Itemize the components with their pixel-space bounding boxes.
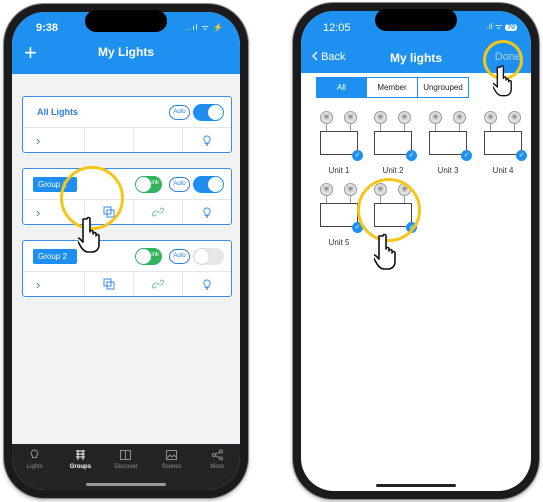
tab-label: Groups: [69, 464, 92, 470]
unit-tile[interactable]: ✓ Unit 1: [317, 111, 367, 175]
unit-label: Unit 3: [437, 166, 459, 175]
bulb-icon: [398, 111, 411, 124]
unit-label: Unit 5: [328, 238, 350, 247]
filter-segmented-control: All Member Ungrouped: [316, 77, 469, 98]
link-icon[interactable]: [134, 200, 183, 224]
bulb-icon[interactable]: [183, 272, 231, 296]
share-icon: [211, 449, 223, 461]
home-indicator: [376, 484, 456, 487]
bulb-icon: [429, 111, 442, 124]
left-phone-screen: 9:38 ..ıl ᯤ ⚡ + My Lights All Lights Aut…: [12, 12, 240, 490]
bulb-icon: [484, 111, 497, 124]
copy-icon[interactable]: [85, 272, 134, 296]
grid-icon: [75, 450, 85, 460]
dynamic-island: [85, 10, 167, 32]
home-indicator: [86, 483, 166, 486]
card-title: All Lights: [37, 107, 78, 117]
tab-label: Scenes: [161, 464, 182, 470]
empty-cell: [134, 128, 183, 152]
link-toggle[interactable]: Link: [135, 248, 162, 265]
unit-tile[interactable]: ✓ Unit 4: [481, 111, 531, 175]
book-icon: [120, 450, 132, 460]
chevron-right-icon[interactable]: ›: [23, 272, 85, 296]
segment-ungrouped[interactable]: Ungrouped: [418, 78, 468, 97]
tab-bar: Lights Groups Discover Scenes More: [12, 444, 240, 490]
unit-label: Unit 1: [328, 166, 350, 175]
check-icon: ✓: [406, 150, 417, 161]
segment-all[interactable]: All: [317, 78, 367, 97]
power-toggle[interactable]: [193, 104, 224, 121]
pointer-hand-icon: [493, 65, 512, 97]
auto-button[interactable]: Auto: [169, 249, 190, 264]
bulb-icon: [453, 111, 466, 124]
unit-label: Unit 2: [382, 166, 404, 175]
link-toggle[interactable]: Link: [135, 176, 162, 193]
status-time: 9:38: [36, 22, 59, 34]
status-time: 12:05: [323, 22, 351, 34]
link-label: Link: [147, 252, 159, 258]
auto-button[interactable]: Auto: [169, 177, 190, 192]
dynamic-island: [375, 9, 457, 31]
battery-icon: 70: [505, 24, 517, 31]
page-title: My Lights: [98, 45, 154, 59]
check-icon: ✓: [352, 150, 363, 161]
link-icon[interactable]: [134, 272, 183, 296]
check-icon: ✓: [516, 150, 527, 161]
unit-tile[interactable]: ✓ Unit 2: [371, 111, 421, 175]
tab-label: Lights: [26, 464, 43, 470]
bulb-icon: [320, 183, 333, 196]
link-label: Link: [147, 180, 159, 186]
bulb-icon[interactable]: [183, 128, 231, 152]
chevron-right-icon[interactable]: ›: [23, 128, 85, 152]
bulb-icon: [374, 111, 387, 124]
check-icon: ✓: [461, 150, 472, 161]
power-toggle[interactable]: [193, 176, 224, 193]
auto-button[interactable]: Auto: [169, 105, 190, 120]
tab-label: Discover: [114, 464, 138, 470]
power-toggle[interactable]: [193, 248, 224, 265]
status-icons: .ıl ᯤ 70: [486, 22, 517, 31]
bulb-icon: [31, 449, 39, 458]
groups-list: All Lights Auto › Group 1 Link Auto › Gr…: [12, 74, 240, 444]
group-name[interactable]: Group 2: [33, 249, 77, 264]
bulb-icon: [320, 111, 333, 124]
segment-member[interactable]: Member: [367, 78, 418, 97]
group-1-card: Group 1 Link Auto ›: [22, 168, 232, 225]
tab-label: More: [210, 464, 224, 470]
tab-more[interactable]: More: [194, 444, 240, 490]
pointer-hand-icon: [374, 233, 396, 270]
unit-label: Unit 4: [492, 166, 514, 175]
bulb-icon: [508, 111, 521, 124]
all-lights-card: All Lights Auto ›: [22, 96, 232, 153]
empty-cell: [85, 128, 134, 152]
pointer-hand-icon: [78, 216, 100, 253]
bulb-icon: [344, 183, 357, 196]
unit-tile[interactable]: ✓ Unit 3: [426, 111, 476, 175]
group-2-card: Group 2 Link Auto ›: [22, 240, 232, 297]
bulb-icon: [344, 111, 357, 124]
image-icon: [166, 450, 178, 460]
status-icons: ..ıl ᯤ ⚡: [185, 23, 224, 32]
left-phone-frame: 9:38 ..ıl ᯤ ⚡ + My Lights All Lights Aut…: [4, 4, 248, 498]
bulb-icon[interactable]: [183, 200, 231, 224]
tab-lights[interactable]: Lights: [12, 444, 58, 490]
